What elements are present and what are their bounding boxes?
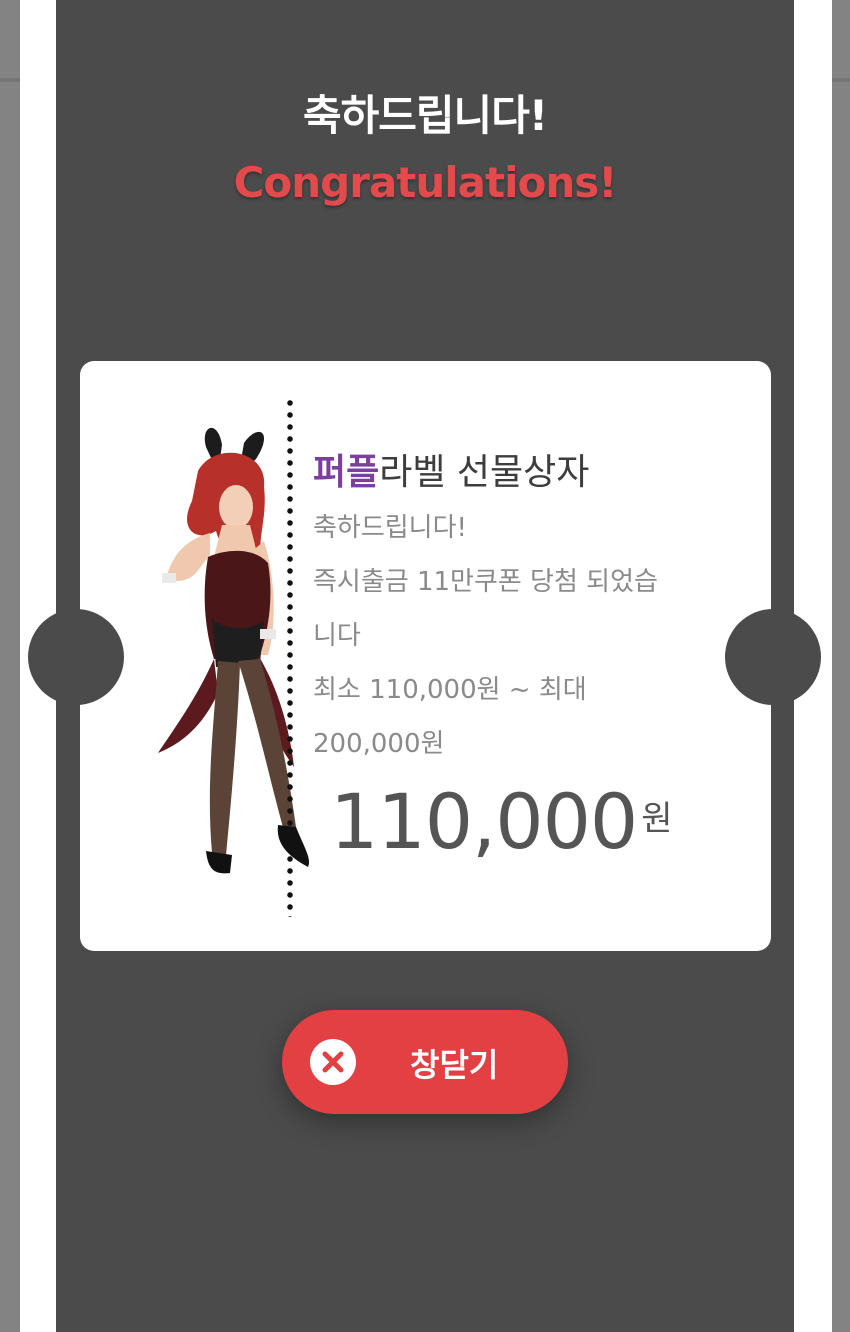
ticket-notch-left bbox=[28, 609, 124, 705]
ticket-perforation bbox=[287, 397, 293, 917]
ticket-title-rest: 라벨 선물상자 bbox=[379, 452, 590, 493]
prize-ticket-card: 퍼플라벨 선물상자 축하드립니다! 즉시출금 11만쿠폰 당첨 되었습 니다 최… bbox=[28, 361, 821, 951]
prize-message-line: 축하드립니다! bbox=[313, 513, 467, 543]
prize-message-line: 최소 110,000원 ~ 최대 bbox=[313, 675, 587, 705]
modal-title-english: Congratulations! bbox=[233, 158, 618, 207]
prize-message-line: 니다 bbox=[313, 621, 361, 651]
prize-message-line: 200,000원 bbox=[313, 729, 445, 759]
prize-message-line: 즉시출금 11만쿠폰 당첨 되었습 bbox=[313, 567, 658, 597]
close-button-label: 창닫기 bbox=[410, 1046, 499, 1084]
close-icon bbox=[310, 1039, 356, 1085]
ticket-title: 퍼플라벨 선물상자 bbox=[313, 443, 589, 495]
ticket-notch-right bbox=[725, 609, 821, 705]
prize-amount: 110,000 원 bbox=[330, 777, 673, 866]
prize-amount-unit: 원 bbox=[641, 799, 673, 839]
close-window-button[interactable]: 창닫기 bbox=[282, 1010, 568, 1114]
prize-message: 축하드립니다! 즉시출금 11만쿠폰 당첨 되었습 니다 최소 110,000원… bbox=[313, 501, 723, 771]
modal-title-korean: 축하드립니다! bbox=[303, 91, 548, 140]
prize-amount-value: 110,000 bbox=[330, 777, 638, 866]
ticket-title-brand: 퍼플 bbox=[313, 452, 380, 493]
